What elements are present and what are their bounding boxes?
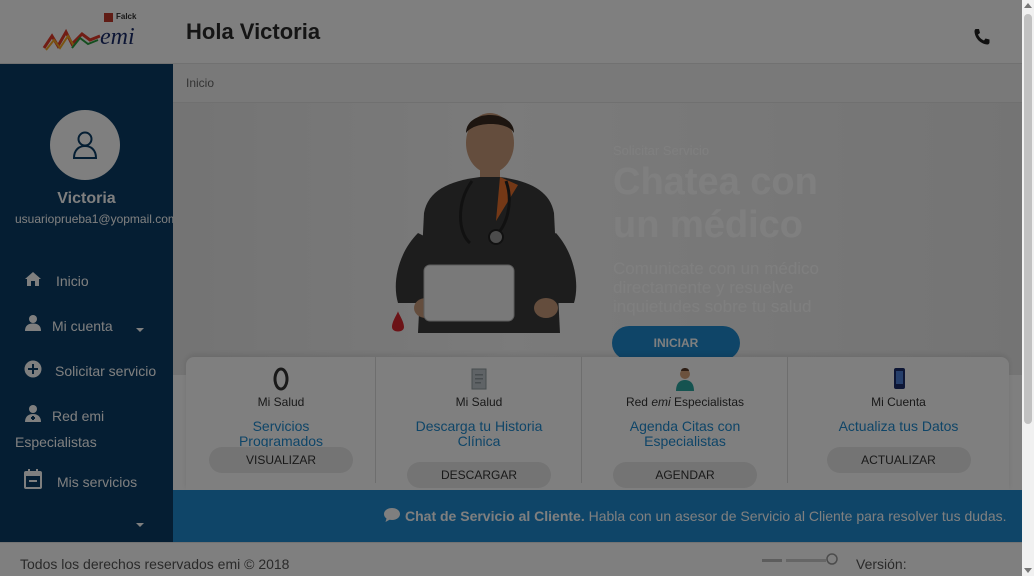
page-scrollbar[interactable]	[1022, 0, 1034, 576]
scroll-down-arrow-icon[interactable]	[1024, 568, 1032, 573]
modal-backdrop[interactable]	[0, 0, 1022, 576]
scroll-thumb[interactable]	[1024, 14, 1032, 424]
scroll-up-arrow-icon[interactable]	[1024, 3, 1032, 8]
